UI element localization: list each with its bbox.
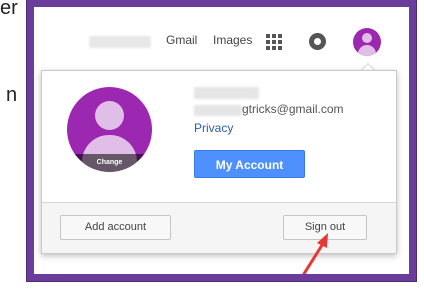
edge-text-mid: n	[6, 84, 18, 106]
red-arrow-annotation	[302, 233, 328, 274]
arrow-head	[317, 233, 328, 248]
arrow-shaft	[302, 241, 326, 274]
edge-text-top: er	[0, 0, 18, 19]
screenshot-frame: Gmail Images Change gtricks@gmail.com Pr…	[27, 0, 416, 281]
